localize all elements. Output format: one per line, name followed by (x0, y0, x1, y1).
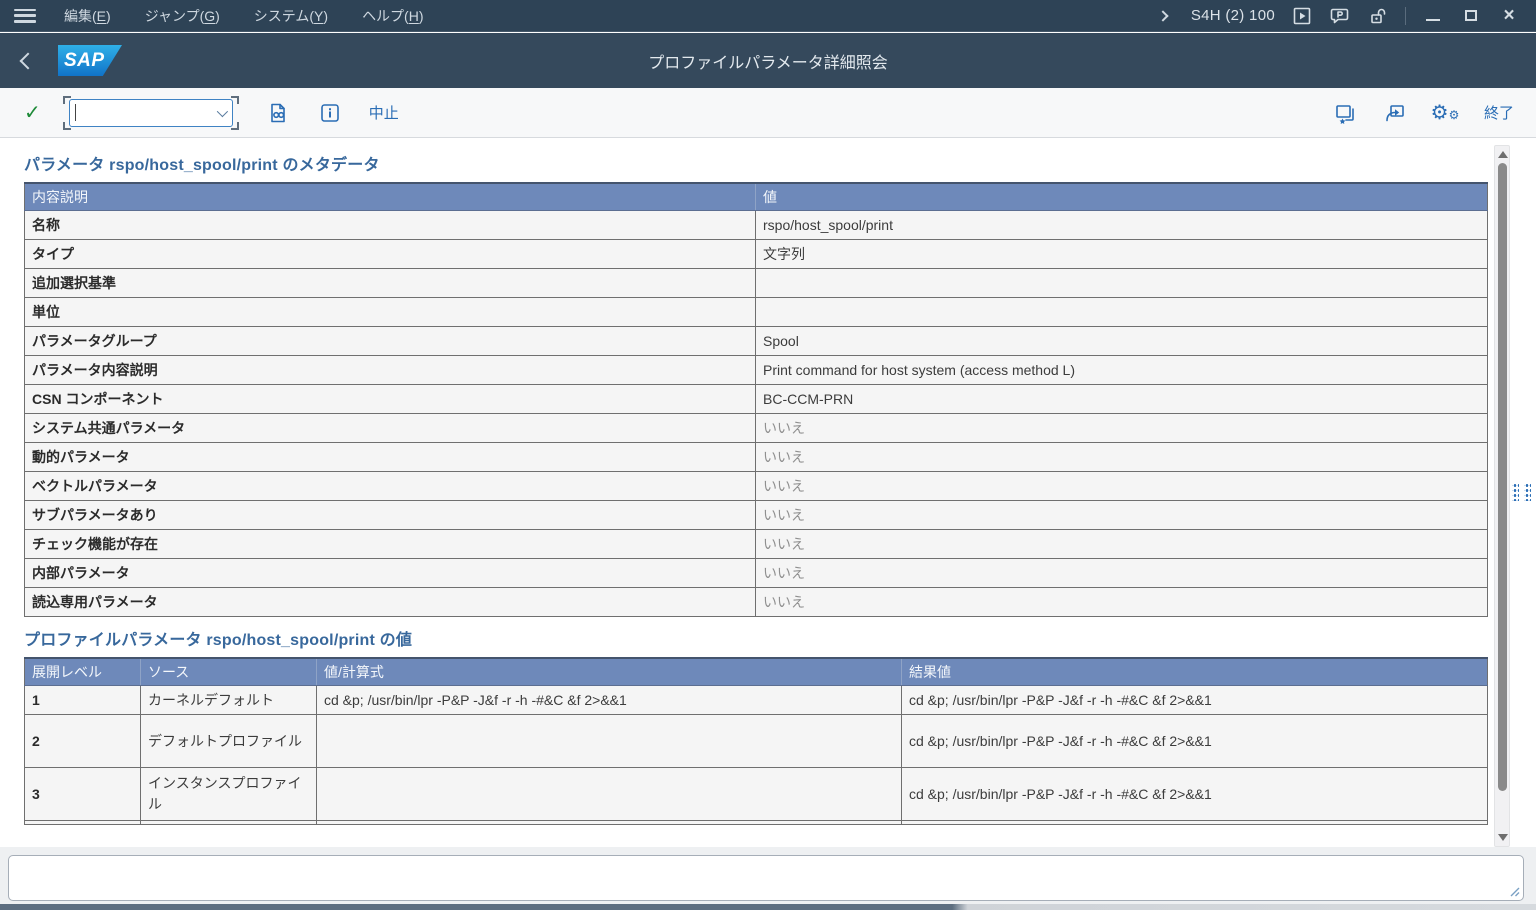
table-row[interactable]: チェック機能が存在いいえ (25, 530, 1488, 559)
values-section-heading: プロファイルパラメータ rspo/host_spool/print の値 (24, 626, 1490, 650)
table-row[interactable]: 動的パラメータいいえ (25, 443, 1488, 472)
values-table-header-row: 展開レベル ソース 値/計算式 結果値 (25, 658, 1488, 686)
minimize-icon[interactable] (1422, 6, 1444, 26)
column-header-expression: 値/計算式 (317, 658, 902, 686)
application-toolbar: ✓ 中止 ⚙⚙ 終了 (0, 88, 1536, 138)
menu-edit[interactable]: 編集(E) (64, 6, 111, 26)
scroll-down-icon[interactable] (1498, 834, 1508, 841)
title-bar: プロファイルパラメータ詳細照会 SAP (0, 33, 1536, 88)
interactive-session-icon[interactable] (1291, 6, 1313, 26)
scroll-up-icon[interactable] (1498, 151, 1508, 158)
menu-bar: 編集(E) ジャンプ(G) システム(Y) ヘルプ(H) S4H (2) 100… (0, 0, 1536, 32)
back-icon[interactable] (20, 52, 37, 69)
content-area: パラメータ rspo/host_spool/print のメタデータ 内容説明 … (0, 139, 1490, 847)
values-table: 展開レベル ソース 値/計算式 結果値 1 カーネルデフォルト cd &p; /… (24, 657, 1488, 825)
new-session-star-icon[interactable] (1332, 100, 1358, 126)
sap-logo[interactable]: SAP (58, 45, 122, 76)
menu-system[interactable]: システム(Y) (254, 6, 328, 26)
maximize-icon[interactable] (1460, 6, 1482, 26)
column-header-value: 値 (756, 183, 1488, 211)
settings-gears-icon[interactable]: ⚙⚙ (1432, 100, 1458, 126)
cancel-button[interactable]: 中止 (369, 102, 399, 123)
column-header-level: 展開レベル (25, 658, 141, 686)
sap-gui-window: 編集(E) ジャンプ(G) システム(Y) ヘルプ(H) S4H (2) 100… (0, 0, 1536, 910)
metadata-table: 内容説明 値 名称rspo/host_spool/print タイプ文字列 追加… (24, 182, 1488, 617)
metadata-table-header-row: 内容説明 値 (25, 183, 1488, 211)
table-row[interactable]: システム共通パラメータいいえ (25, 414, 1488, 443)
unlocked-padlock-icon[interactable] (1367, 6, 1389, 26)
resize-grip-icon[interactable] (1509, 886, 1520, 897)
menu-goto[interactable]: ジャンプ(G) (145, 6, 220, 26)
system-id-label: S4H (2) 100 (1191, 7, 1275, 24)
command-field[interactable] (69, 99, 233, 127)
table-row[interactable]: CSN コンポーネントBC-CCM-PRN (25, 385, 1488, 414)
table-row[interactable]: 2 デフォルトプロファイル cd &p; /usr/bin/lpr -P&P -… (25, 715, 1488, 768)
table-row[interactable]: 3 インスタンスプロファイル cd &p; /usr/bin/lpr -P&P … (25, 768, 1488, 821)
table-row[interactable]: 読込専用パラメータいいえ (25, 588, 1488, 617)
session-arrow-icon[interactable] (1382, 100, 1408, 126)
status-message-bar[interactable] (8, 855, 1524, 901)
find-document-icon[interactable] (265, 100, 291, 126)
table-row[interactable]: サブパラメータありいいえ (25, 501, 1488, 530)
chevron-right-icon[interactable] (1157, 10, 1168, 21)
table-row[interactable]: タイプ文字列 (25, 240, 1488, 269)
command-field-focus-frame (63, 96, 239, 130)
menu-items: 編集(E) ジャンプ(G) システム(Y) ヘルプ(H) (64, 6, 424, 26)
table-row[interactable]: 内部パラメータいいえ (25, 559, 1488, 588)
info-icon[interactable] (317, 100, 343, 126)
hamburger-menu-icon[interactable] (14, 9, 36, 23)
table-row[interactable]: 名称rspo/host_spool/print (25, 211, 1488, 240)
scrollbar-thumb[interactable] (1498, 163, 1507, 791)
table-row[interactable]: 1 カーネルデフォルト cd &p; /usr/bin/lpr -P&P -J&… (25, 686, 1488, 715)
table-row-clipped (25, 821, 1488, 825)
status-bar-zone (0, 847, 1536, 910)
ok-check-icon[interactable]: ✓ (24, 100, 41, 125)
vertical-scrollbar[interactable] (1494, 145, 1510, 847)
table-row[interactable]: ベクトルパラメータいいえ (25, 472, 1488, 501)
text-caret (75, 104, 77, 121)
table-row[interactable]: 追加選択基準 (25, 269, 1488, 298)
table-row[interactable]: パラメータ内容説明Print command for host system (… (25, 356, 1488, 385)
performance-bubble-icon[interactable] (1329, 6, 1351, 26)
table-row[interactable]: 単位 (25, 298, 1488, 327)
column-header-source: ソース (141, 658, 317, 686)
metadata-section-heading: パラメータ rspo/host_spool/print のメタデータ (24, 151, 1490, 175)
menu-help[interactable]: ヘルプ(H) (362, 6, 423, 26)
column-header-result: 結果値 (902, 658, 1488, 686)
page-title: プロファイルパラメータ詳細照会 (0, 49, 1536, 73)
column-header-description: 内容説明 (25, 183, 756, 211)
close-icon[interactable]: × (1498, 6, 1520, 26)
splitter-grip-icon[interactable] (1512, 482, 1532, 502)
exit-button[interactable]: 終了 (1484, 102, 1514, 123)
divider (1405, 7, 1406, 25)
table-row[interactable]: パラメータグループSpool (25, 327, 1488, 356)
combo-dropdown-icon[interactable] (217, 105, 228, 116)
taskbar-strip (0, 904, 1536, 910)
